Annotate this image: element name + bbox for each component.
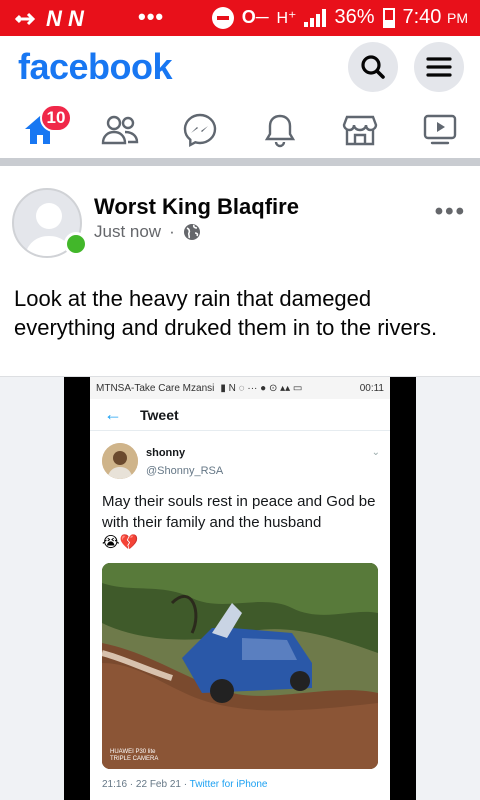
usb-icon [14,12,36,26]
tweet-status-bar: MTNSA-Take Care Mzansi ▮ N ◌ ··· ● ⊙ ▴▴ … [90,377,390,399]
friends-icon [101,115,139,145]
tab-marketplace[interactable] [338,108,382,152]
flood-photo [102,563,378,769]
tweet-status-carrier: MTNSA-Take Care Mzansi [96,382,215,394]
post-timestamp[interactable]: Just now [94,222,161,242]
tab-notifications[interactable] [258,108,302,152]
post-image[interactable]: MTNSA-Take Care Mzansi ▮ N ◌ ··· ● ⊙ ▴▴ … [0,376,480,800]
tweet-caret-icon: ⌄ [371,447,380,458]
online-status-dot [64,232,88,256]
carrier-icons: N N [46,6,84,31]
tab-friends[interactable] [98,108,142,152]
tweet-photo-flooded-car: HUAWEI P30 lite TRIPLE CAMERA [102,563,378,769]
menu-button[interactable] [414,42,464,92]
tab-messenger[interactable] [178,108,222,152]
battery-percent: 36% [334,6,375,28]
notification-badge: 10 [40,104,72,132]
tweet-text: May their souls rest in peace and God be… [102,493,376,531]
post-author-name[interactable]: Worst King Blaqfire [94,194,299,220]
app-header: facebook [0,36,480,100]
tweet-status-time: 00:11 [359,382,384,394]
post-options-icon[interactable]: ••• [435,198,466,226]
tweet-title: Tweet [140,406,179,423]
post-meta: Just now · [94,222,201,242]
tweet-avatar-image [102,443,138,479]
tab-bar: 10 [0,100,480,166]
globe-icon [183,224,200,240]
tweet-emoji: 😭💔 [102,534,139,551]
search-icon [361,55,385,79]
tweet-user-handle: @Shonny_RSA [146,465,224,477]
signal-icon [304,8,327,27]
battery-icon [382,7,395,28]
dnd-icon [211,6,234,29]
status-overflow: ••• [138,4,165,29]
hamburger-menu-icon [426,57,452,77]
messenger-icon [183,113,217,148]
watch-icon [423,114,457,145]
post-text: Look at the heavy rain that dameged ever… [14,286,438,340]
facebook-logo[interactable]: facebook [18,46,173,88]
meta-separator: · [169,222,175,241]
tweet-user-name: shonny [146,447,186,459]
tweet-source: Twitter for iPhone [189,779,268,790]
tweet-header: ← Tweet [90,399,390,431]
tab-watch[interactable] [418,108,462,152]
feed-post: Worst King Blaqfire Just now · ••• Look … [0,174,480,800]
search-button[interactable] [348,42,398,92]
camera-watermark: HUAWEI P30 lite TRIPLE CAMERA [110,749,159,762]
bell-icon [264,114,296,148]
status-bar: N N ••• O─ H⁺ 36% 7:40 PM [0,0,480,36]
tweet-avatar [102,443,138,479]
status-left: N N [14,6,84,32]
tweet-status-icons: ▮ N ◌ ··· ● ⊙ ▴▴ ▭ [220,382,303,394]
tweet-date: 21:16 · 22 Feb 21 · [102,779,188,790]
network-type: H⁺ [276,9,297,27]
marketplace-icon [342,115,378,146]
back-arrow-icon: ← [104,404,122,424]
tweet-footer: 21:16 · 22 Feb 21 · Twitter for iPhone [102,779,267,790]
tab-home[interactable]: 10 [18,104,72,152]
status-time: 7:40 PM [402,6,469,28]
status-right: O─ H⁺ 36% 7:40 PM [211,6,469,29]
tweet-screenshot: MTNSA-Take Care Mzansi ▮ N ◌ ··· ● ⊙ ▴▴ … [90,377,390,800]
vpn-key-icon: O─ [241,7,269,27]
